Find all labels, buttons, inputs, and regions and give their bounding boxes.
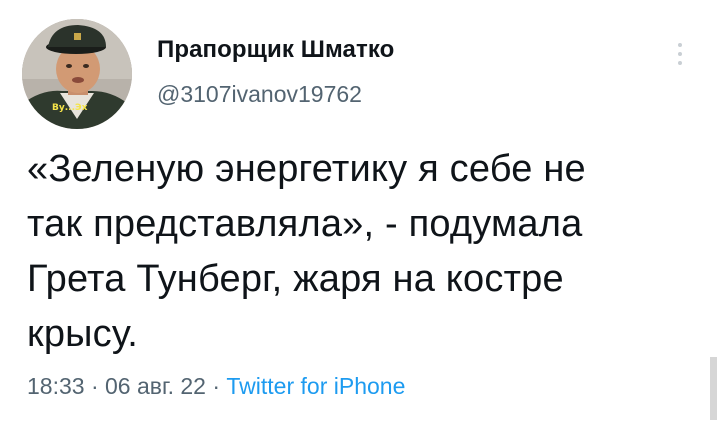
- tweet-meta: 18:33 · 06 авг. 22 · Twitter for iPhone: [27, 373, 405, 400]
- author-name[interactable]: Прапорщик Шматко: [157, 36, 394, 64]
- tweet-source-link[interactable]: Twitter for iPhone: [226, 373, 405, 399]
- tweet-card: Ву...Эх Прапорщик Шматко @3107ivanov1976…: [0, 0, 720, 424]
- author-handle[interactable]: @3107ivanov19762: [157, 81, 362, 108]
- tweet-date[interactable]: 06 авг. 22: [105, 373, 206, 399]
- tweet-text-line: Грета Тунберг, жаря на костре: [27, 258, 564, 300]
- vertical-ellipsis-icon: [678, 43, 682, 47]
- avatar-caption: Ву...Эх: [52, 103, 88, 113]
- meta-separator: ·: [205, 373, 227, 399]
- tweet-text: «Зеленую энергетику я себе не так предст…: [27, 142, 702, 362]
- vertical-ellipsis-icon: [678, 52, 682, 56]
- scrollbar[interactable]: [710, 357, 717, 420]
- meta-separator: ·: [84, 373, 106, 399]
- tweet-text-line: «Зеленую энергетику я себе не: [27, 148, 586, 190]
- more-options-button[interactable]: [670, 34, 690, 74]
- vertical-ellipsis-icon: [678, 61, 682, 65]
- tweet-text-line: крысу.: [27, 313, 139, 355]
- author-avatar[interactable]: Ву...Эх: [22, 19, 132, 129]
- tweet-text-line: так представляла», - подумала: [27, 203, 583, 245]
- tweet-time[interactable]: 18:33: [27, 373, 85, 399]
